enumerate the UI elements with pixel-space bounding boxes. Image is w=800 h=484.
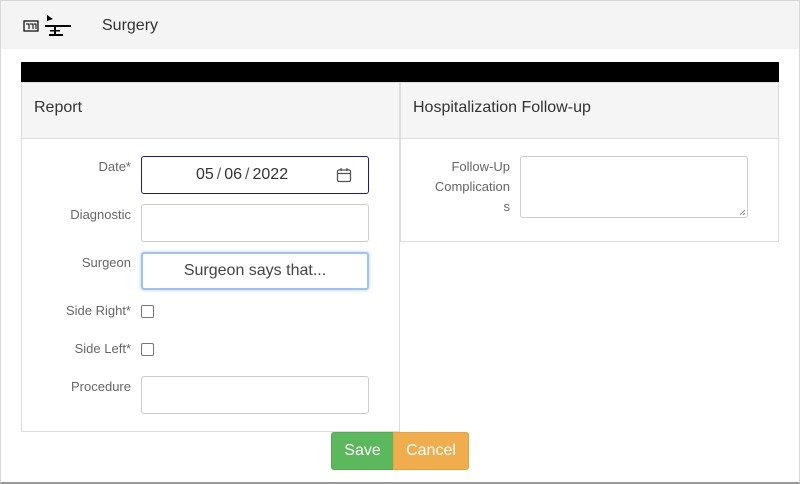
side-left-label: Side Left* <box>74 341 131 356</box>
surgeon-label: Surgeon <box>81 255 131 270</box>
date-day: 06 <box>224 166 243 183</box>
top-header: Surgery <box>1 1 799 49</box>
diagnostic-input[interactable] <box>141 204 369 242</box>
date-month: 05 <box>196 166 214 183</box>
procedure-input[interactable] <box>141 376 369 414</box>
surgery-table-icon <box>23 15 71 36</box>
save-button[interactable]: Save <box>331 432 394 470</box>
calendar-icon[interactable] <box>336 167 352 183</box>
complications-textarea[interactable] <box>520 156 748 218</box>
header-bar <box>21 62 779 82</box>
report-heading: Report <box>22 83 399 139</box>
side-right-checkbox[interactable] <box>141 305 154 318</box>
resize-handle-icon[interactable] <box>738 208 746 216</box>
cancel-button[interactable]: Cancel <box>393 432 469 470</box>
date-year: 2022 <box>252 166 289 183</box>
side-left-checkbox[interactable] <box>141 343 154 356</box>
followup-heading: Hospitalization Follow-up <box>401 83 778 139</box>
procedure-label: Procedure <box>71 379 131 394</box>
side-right-label: Side Right* <box>65 303 131 318</box>
surgeon-button[interactable]: Surgeon says that... <box>141 252 369 290</box>
page-title: Surgery <box>102 17 159 34</box>
diagnostic-label: Diagnostic <box>70 207 131 222</box>
date-label: Date* <box>98 159 131 174</box>
complications-label: Follow-Up Complication s <box>434 159 510 214</box>
date-input[interactable]: 05 / 06 / 2022 <box>141 156 369 194</box>
